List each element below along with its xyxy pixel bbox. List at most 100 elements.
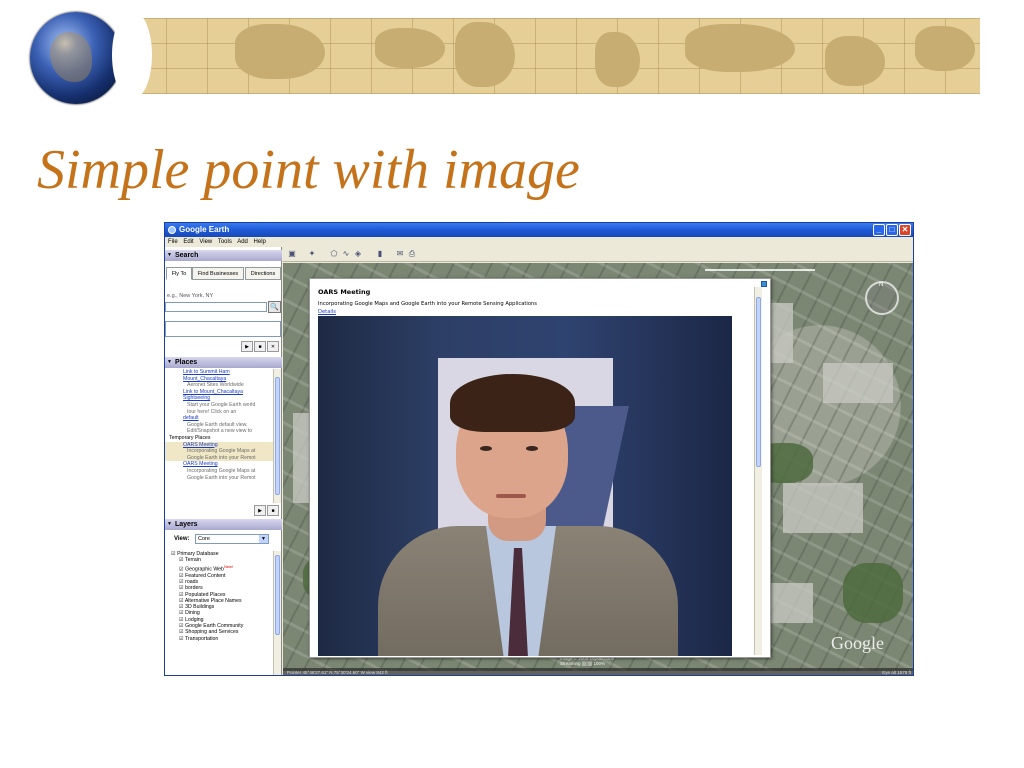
balloon-scroll-thumb[interactable]: [756, 297, 761, 467]
places-stop-button[interactable]: ■: [267, 505, 279, 516]
google-logo: Google: [831, 633, 884, 653]
layers-panel-header[interactable]: Layers: [165, 519, 282, 530]
slide-title: Simple point with image: [37, 139, 580, 201]
placemark-icon[interactable]: ✦: [307, 249, 317, 259]
tab-directions[interactable]: Directions: [245, 267, 281, 280]
map-status-bar: Pointer 45°46'27.61" N 75°30'24.60" W vi…: [283, 668, 913, 675]
overlay-icon[interactable]: ◈: [353, 249, 363, 259]
search-results-box[interactable]: [165, 321, 281, 337]
layers-view-value: Core: [198, 536, 210, 542]
layer-label: borders: [185, 585, 203, 592]
layer-item[interactable]: ☑ Geographic WebNew!: [169, 564, 273, 573]
places-item[interactable]: Sightseeing: [165, 395, 273, 402]
places-item[interactable]: OARS Meeting: [165, 441, 273, 449]
search-input[interactable]: [165, 302, 267, 312]
places-item-label: Google Earth into your Remot: [187, 474, 256, 481]
placemark-photo: [318, 316, 732, 656]
places-item-label[interactable]: OARS Meeting: [183, 461, 218, 467]
sidebar-toggle-icon[interactable]: ▣: [287, 249, 297, 259]
places-play-button[interactable]: ▶: [254, 505, 266, 516]
polygon-icon[interactable]: ⬠: [329, 249, 339, 259]
places-item-label: Temporary Places: [169, 434, 211, 441]
layer-label: 3D Buildings: [185, 604, 215, 611]
places-item[interactable]: Incorporating Google Maps at: [165, 468, 273, 475]
menu-edit[interactable]: Edit: [183, 239, 193, 245]
eye-altitude: Eye alt 1578 ft: [882, 670, 911, 675]
places-panel-header[interactable]: Places: [165, 357, 282, 368]
minimize-button[interactable]: _: [873, 224, 885, 236]
places-item[interactable]: Edit/Snapshot a new view to: [165, 428, 273, 435]
layers-scroll-thumb[interactable]: [275, 555, 280, 635]
places-scrollbar[interactable]: [273, 369, 281, 503]
balloon-description: Incorporating Google Maps and Google Ear…: [318, 301, 538, 307]
layer-label: Alternative Place Names: [184, 597, 242, 604]
tab-find-businesses[interactable]: Find Businesses: [192, 267, 244, 280]
places-item[interactable]: Google Earth default view.: [165, 422, 273, 429]
tab-fly-to[interactable]: Fly To: [166, 267, 192, 280]
email-icon[interactable]: ✉: [395, 249, 405, 259]
places-item-label: Start your Google Earth world: [187, 401, 256, 408]
google-earth-app-icon: [168, 226, 176, 234]
places-item-label: tour here! Click on an: [187, 408, 237, 415]
stop-button[interactable]: ■: [254, 341, 266, 352]
print-icon[interactable]: ⎙: [407, 249, 417, 259]
path-icon[interactable]: ∿: [341, 249, 351, 259]
places-item[interactable]: OARS Meeting: [165, 461, 273, 468]
sidebar: Search Fly To Find Businesses Directions…: [165, 247, 282, 675]
places-list: Link to Summit Ham Mount_Chacaltaya Aerone…: [165, 369, 273, 503]
places-item-label[interactable]: Link to Mount_Chacaltaya: [183, 389, 243, 395]
places-item-label[interactable]: Mount_Chacaltaya: [183, 376, 226, 382]
places-scroll-thumb[interactable]: [275, 377, 280, 495]
places-item[interactable]: tour here! Click on an: [165, 409, 273, 416]
places-item-label[interactable]: OARS Meeting: [183, 442, 218, 448]
places-item-label: Edit/Snapshot a new view to: [187, 428, 253, 435]
search-button[interactable]: 🔍: [268, 301, 281, 313]
places-item-label[interactable]: Sightseeing: [183, 395, 210, 401]
globe-logo: [30, 12, 122, 104]
pointer-coordinates: Pointer 45°46'27.61" N 75°30'24.60" W vi…: [287, 670, 388, 675]
places-item[interactable]: Link to Summit Ham: [165, 369, 273, 376]
clear-button[interactable]: ✕: [267, 341, 279, 352]
zoom-slider[interactable]: [705, 269, 815, 271]
window-title: Google Earth: [179, 225, 230, 234]
streaming-status: Streaming ||||||||| 100%: [560, 661, 606, 666]
places-item[interactable]: Temporary Places: [165, 435, 273, 442]
layer-label: Lodging: [185, 616, 204, 623]
layers-view-select[interactable]: Core ▼: [195, 534, 269, 544]
window-titlebar[interactable]: Google Earth _ □ ✕: [165, 223, 913, 237]
places-item[interactable]: Link to Mount_Chacaltaya: [165, 389, 273, 396]
menu-file[interactable]: File: [168, 239, 178, 245]
maximize-button[interactable]: □: [886, 224, 898, 236]
places-item[interactable]: Aeronet Sites Worldwide: [165, 382, 273, 389]
places-item-label: Google Earth default view.: [187, 421, 248, 428]
close-button[interactable]: ✕: [899, 224, 911, 236]
layer-label: roads: [185, 578, 199, 585]
menu-view[interactable]: View: [199, 239, 212, 245]
layer-label: Geographic Web: [185, 566, 224, 573]
places-item[interactable]: Mount_Chacaltaya: [165, 376, 273, 383]
menu-help[interactable]: Help: [254, 239, 266, 245]
balloon-scrollbar[interactable]: [754, 287, 762, 655]
places-item[interactable]: Google Earth into your Remot: [165, 454, 273, 462]
layer-label: Transportation: [185, 635, 219, 642]
layers-list: ☑ Primary Database ☑ Terrain ☑ Geographic …: [169, 551, 273, 654]
places-item[interactable]: Google Earth into your Remot: [165, 475, 273, 482]
ruler-icon[interactable]: ▮: [375, 249, 385, 259]
places-item-label[interactable]: default: [183, 415, 199, 421]
places-item[interactable]: Start your Google Earth world: [165, 402, 273, 409]
compass-icon[interactable]: [865, 281, 899, 315]
layers-scrollbar[interactable]: [273, 551, 281, 675]
new-badge: New!: [223, 563, 234, 569]
layer-label: Featured Content: [185, 572, 226, 579]
balloon-details-link[interactable]: Details: [318, 309, 336, 315]
places-item[interactable]: default: [165, 415, 273, 422]
layer-item[interactable]: ☑ Transportation: [169, 636, 273, 642]
play-button[interactable]: ▶: [241, 341, 253, 352]
places-item[interactable]: Incorporating Google Maps at: [165, 448, 273, 455]
menu-add[interactable]: Add: [237, 239, 248, 245]
places-item-label[interactable]: Link to Summit Ham: [183, 369, 230, 375]
menu-tools[interactable]: Tools: [218, 239, 232, 245]
menu-bar: File Edit View Tools Add Help: [165, 237, 913, 247]
search-panel-header[interactable]: Search: [165, 250, 282, 261]
places-item-label: Google Earth into your Remot: [187, 454, 256, 461]
